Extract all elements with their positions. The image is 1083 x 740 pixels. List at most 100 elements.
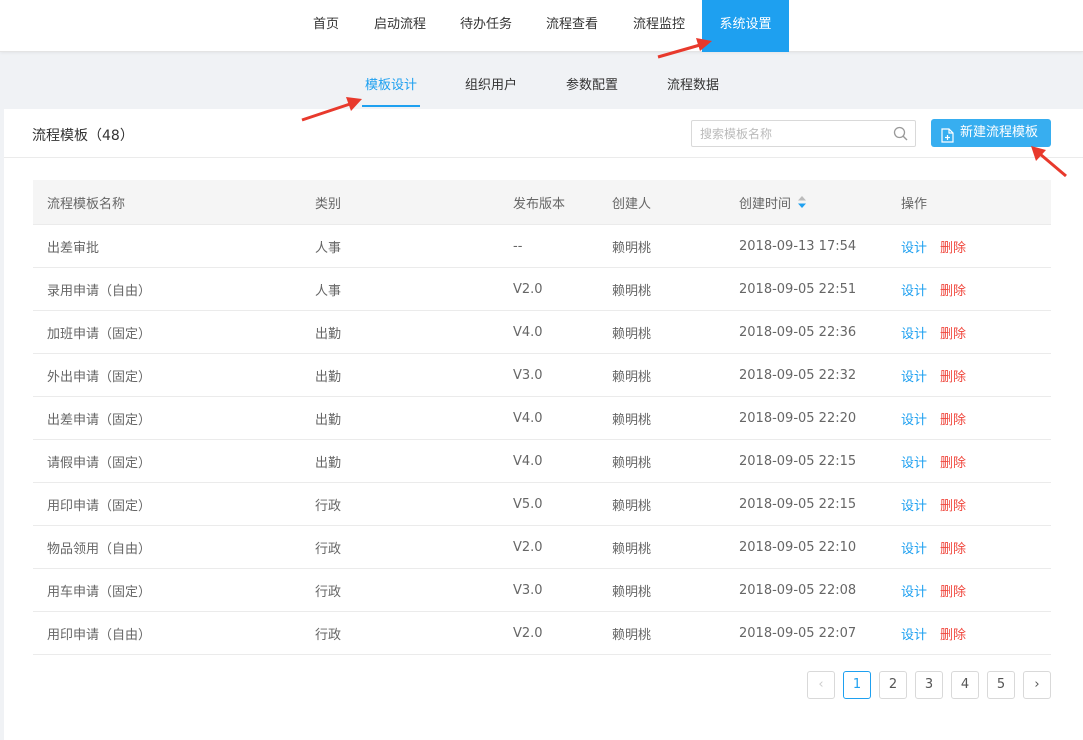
cell-category: 行政: [315, 541, 342, 557]
top-navigation: 首页 启动流程 待办任务 流程查看 流程监控 系统设置: [0, 0, 1083, 52]
cell-creator: 赖明桃: [612, 240, 652, 256]
cell-actions: 设计 删除: [901, 397, 966, 439]
page-5-button[interactable]: 5: [987, 671, 1015, 699]
design-link[interactable]: 设计: [901, 409, 927, 428]
cell-actions: 设计 删除: [901, 612, 966, 654]
search-icon[interactable]: [893, 126, 908, 145]
topnav-home[interactable]: 首页: [306, 0, 346, 52]
cell-actions: 设计 删除: [901, 569, 966, 611]
cell-name: 录用申请（自由）: [47, 283, 152, 299]
cell-category: 行政: [315, 498, 342, 514]
cell-version: V4.0: [513, 410, 543, 426]
cell-version: V2.0: [513, 539, 543, 555]
page-3-button[interactable]: 3: [915, 671, 943, 699]
design-link[interactable]: 设计: [901, 323, 927, 342]
cell-created: 2018-09-05 22:15: [739, 496, 857, 512]
delete-link[interactable]: 删除: [940, 237, 966, 256]
cell-actions: 设计 删除: [901, 526, 966, 568]
topnav-process-monitor[interactable]: 流程监控: [626, 0, 692, 52]
page-2-button[interactable]: 2: [879, 671, 907, 699]
cell-created: 2018-09-05 22:36: [739, 324, 857, 340]
table-row: 外出申请（固定） 出勤 V3.0 赖明桃 2018-09-05 22:32 设计…: [33, 354, 1051, 397]
cell-category: 人事: [315, 283, 342, 299]
table-row: 用印申请（自由） 行政 V2.0 赖明桃 2018-09-05 22:07 设计…: [33, 612, 1051, 655]
cell-creator: 赖明桃: [612, 584, 652, 600]
design-link[interactable]: 设计: [901, 624, 927, 643]
sort-icon[interactable]: [798, 196, 807, 208]
cell-actions: 设计 删除: [901, 268, 966, 310]
topnav-start-process[interactable]: 启动流程: [368, 0, 432, 52]
design-link[interactable]: 设计: [901, 538, 927, 557]
table-row: 加班申请（固定） 出勤 V4.0 赖明桃 2018-09-05 22:36 设计…: [33, 311, 1051, 354]
topnav-system-settings[interactable]: 系统设置: [702, 0, 789, 52]
cell-version: V3.0: [513, 582, 543, 598]
next-page-button[interactable]: ›: [1023, 671, 1051, 699]
file-plus-icon: [941, 126, 954, 154]
design-link[interactable]: 设计: [901, 280, 927, 299]
delete-link[interactable]: 删除: [940, 452, 966, 471]
new-template-label: 新建流程模板: [960, 125, 1039, 140]
header-category: 类别: [315, 196, 342, 212]
search-input[interactable]: [692, 121, 882, 146]
design-link[interactable]: 设计: [901, 452, 927, 471]
table-row: 用车申请（固定） 行政 V3.0 赖明桃 2018-09-05 22:08 设计…: [33, 569, 1051, 612]
search-box: [691, 120, 916, 147]
cell-name: 用印申请（自由）: [47, 627, 152, 643]
design-link[interactable]: 设计: [901, 581, 927, 600]
cell-name: 外出申请（固定）: [47, 369, 152, 385]
prev-page-button[interactable]: ‹: [807, 671, 835, 699]
table-header: 流程模板名称 类别 发布版本 创建人 创建时间 操作: [33, 180, 1051, 225]
cell-created: 2018-09-13 17:54: [739, 238, 857, 254]
cell-created: 2018-09-05 22:15: [739, 453, 857, 469]
tab-process-data[interactable]: 流程数据: [664, 73, 722, 107]
design-link[interactable]: 设计: [901, 495, 927, 514]
header-version: 发布版本: [513, 196, 566, 212]
table-row: 出差审批 人事 -- 赖明桃 2018-09-13 17:54 设计 删除: [33, 225, 1051, 268]
cell-creator: 赖明桃: [612, 541, 652, 557]
cell-actions: 设计 删除: [901, 225, 966, 267]
cell-created: 2018-09-05 22:08: [739, 582, 857, 598]
delete-link[interactable]: 删除: [940, 581, 966, 600]
cell-version: --: [513, 238, 523, 254]
cell-created: 2018-09-05 22:51: [739, 281, 857, 297]
delete-link[interactable]: 删除: [940, 366, 966, 385]
cell-category: 人事: [315, 240, 342, 256]
cell-category: 行政: [315, 627, 342, 643]
new-template-button[interactable]: 新建流程模板: [931, 119, 1051, 147]
page-1-button[interactable]: 1: [843, 671, 871, 699]
design-link[interactable]: 设计: [901, 237, 927, 256]
cell-version: V3.0: [513, 367, 543, 383]
tab-org-users[interactable]: 组织用户: [462, 73, 520, 107]
cell-created: 2018-09-05 22:32: [739, 367, 857, 383]
design-link[interactable]: 设计: [901, 366, 927, 385]
cell-name: 请假申请（固定）: [47, 455, 152, 471]
cell-category: 出勤: [315, 455, 342, 471]
cell-created: 2018-09-05 22:10: [739, 539, 857, 555]
template-table: 流程模板名称 类别 发布版本 创建人 创建时间 操作 出差审批 人事 -- 赖明…: [33, 180, 1051, 655]
delete-link[interactable]: 删除: [940, 495, 966, 514]
cell-category: 出勤: [315, 369, 342, 385]
cell-name: 用车申请（固定）: [47, 584, 152, 600]
cell-category: 行政: [315, 584, 342, 600]
delete-link[interactable]: 删除: [940, 538, 966, 557]
cell-creator: 赖明桃: [612, 412, 652, 428]
delete-link[interactable]: 删除: [940, 624, 966, 643]
cell-version: V4.0: [513, 453, 543, 469]
delete-link[interactable]: 删除: [940, 323, 966, 342]
table-row: 用印申请（固定） 行政 V5.0 赖明桃 2018-09-05 22:15 设计…: [33, 483, 1051, 526]
cell-creator: 赖明桃: [612, 326, 652, 342]
template-panel: 流程模板（48） 新建流程模板: [4, 109, 1083, 740]
page-4-button[interactable]: 4: [951, 671, 979, 699]
tab-template-design[interactable]: 模板设计: [362, 73, 420, 107]
delete-link[interactable]: 删除: [940, 409, 966, 428]
table-row: 录用申请（自由） 人事 V2.0 赖明桃 2018-09-05 22:51 设计…: [33, 268, 1051, 311]
delete-link[interactable]: 删除: [940, 280, 966, 299]
cell-version: V2.0: [513, 281, 543, 297]
header-created-time[interactable]: 创建时间: [739, 180, 807, 224]
tab-param-config[interactable]: 参数配置: [563, 73, 621, 107]
table-row: 出差申请（固定） 出勤 V4.0 赖明桃 2018-09-05 22:20 设计…: [33, 397, 1051, 440]
cell-category: 出勤: [315, 326, 342, 342]
topnav-process-view[interactable]: 流程查看: [540, 0, 604, 52]
cell-name: 物品领用（自由）: [47, 541, 152, 557]
topnav-todo-tasks[interactable]: 待办任务: [454, 0, 518, 52]
